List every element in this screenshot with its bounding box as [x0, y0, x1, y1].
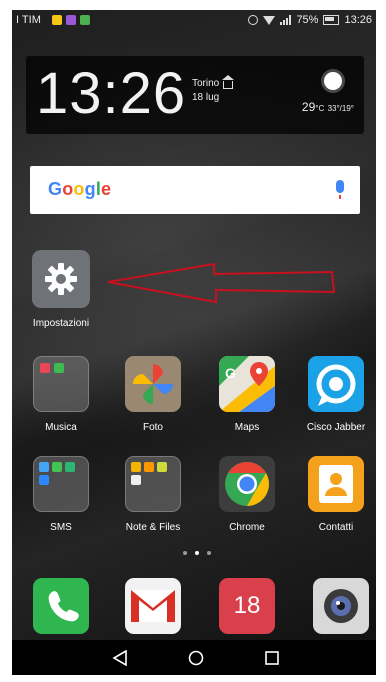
clock-weather-widget[interactable]: 13:26 Torino 18 lug 29°C 33°/19°	[26, 56, 364, 134]
app-chrome[interactable]: Chrome	[202, 456, 292, 540]
widget-date: 18 lug	[192, 92, 220, 103]
photos-icon	[125, 356, 181, 412]
notification-icon-2	[66, 15, 76, 25]
carrier-label: I TIM	[16, 14, 41, 26]
phone-icon[interactable]	[33, 578, 89, 634]
temperature-unit: °C	[315, 104, 325, 113]
music-folder-icon	[33, 356, 89, 412]
recents-icon[interactable]	[264, 650, 280, 666]
music-mini-icon	[40, 363, 50, 373]
app-label-maps: Maps	[234, 422, 260, 433]
calendar-icon[interactable]: 18	[219, 578, 275, 634]
google-logo: Google	[48, 179, 112, 199]
back-icon[interactable]	[112, 650, 128, 666]
notes-folder-icon	[125, 456, 181, 512]
app-contatti[interactable]: Contatti	[296, 456, 376, 540]
temperature-value: 29	[301, 100, 316, 114]
docs-mini-icon	[131, 475, 141, 485]
app-label-settings: Impostazioni	[32, 318, 90, 329]
google-search-bar[interactable]: Google	[30, 166, 360, 214]
page-dot-3[interactable]	[207, 551, 211, 555]
dock: 18	[12, 578, 376, 638]
app-settings[interactable]: Impostazioni	[16, 250, 106, 340]
camera-icon[interactable]	[313, 578, 369, 634]
app-musica[interactable]: Musica	[16, 356, 106, 440]
page-dot-1[interactable]	[183, 551, 187, 555]
battery-percent: 75%	[296, 14, 319, 26]
status-bar: I TIM 75% 13:26	[12, 10, 376, 32]
sms-mini-icon	[39, 462, 49, 472]
alarm-icon	[248, 15, 259, 25]
status-right: 75% 13:26	[248, 14, 372, 26]
cisco-jabber-icon	[308, 356, 364, 412]
app-sms[interactable]: SMS	[16, 456, 106, 540]
app-label-note-files: Note & Files	[125, 522, 181, 533]
app-maps[interactable]: G Maps	[202, 356, 292, 440]
app-label-sms: SMS	[50, 522, 72, 533]
calendar-day: 18	[233, 592, 261, 619]
mic-icon[interactable]	[336, 180, 344, 199]
keep-mini-icon	[157, 462, 167, 472]
page-dot-2[interactable]	[195, 551, 199, 555]
app-label-chrome: Chrome	[229, 522, 265, 533]
page-indicator	[183, 551, 211, 555]
music-mini-icon-2	[54, 363, 64, 373]
city-label: Torino	[192, 78, 220, 89]
hangouts-mini-icon	[65, 462, 75, 472]
maps-icon: G	[219, 356, 275, 412]
home-nav-icon[interactable]	[188, 650, 204, 666]
sun-icon	[324, 72, 342, 90]
signal-icon	[280, 15, 292, 25]
widget-time: 13:26	[36, 61, 187, 126]
red-arrow-annotation	[107, 262, 336, 304]
messenger-mini-icon	[39, 475, 49, 485]
contacts-icon	[308, 456, 364, 512]
gmail-icon[interactable]	[125, 578, 181, 634]
app-note-files[interactable]: Note & Files	[108, 456, 198, 540]
phone-frame: I TIM 75% 13:26 13:26 Torino 18 lug 29°C…	[0, 0, 386, 682]
sms-folder-icon	[33, 456, 89, 512]
notification-icon-3	[80, 15, 90, 25]
notes-mini-icon	[131, 462, 141, 472]
battery-icon	[323, 15, 340, 25]
files-mini-icon	[144, 462, 154, 472]
app-label-contatti: Contatti	[318, 522, 354, 533]
widget-city: Torino	[192, 75, 235, 89]
app-label-cisco-jabber: Cisco Jabber	[306, 422, 366, 433]
gear-icon	[32, 250, 90, 308]
chrome-icon	[219, 456, 275, 512]
home-icon	[222, 75, 235, 89]
app-cisco-jabber[interactable]: Cisco Jabber	[296, 356, 376, 440]
app-label-musica: Musica	[45, 422, 77, 433]
svg-text:G: G	[225, 365, 236, 381]
notification-icon-1	[52, 15, 62, 25]
status-time: 13:26	[344, 14, 372, 26]
wifi-icon	[263, 15, 276, 25]
whatsapp-mini-icon	[52, 462, 62, 472]
home-screen: I TIM 75% 13:26 13:26 Torino 18 lug 29°C…	[12, 10, 376, 675]
app-foto[interactable]: Foto	[108, 356, 198, 440]
widget-temperature: 29°C 33°/19°	[302, 100, 354, 114]
navigation-bar	[12, 640, 376, 675]
temperature-range: 33°/19°	[327, 104, 354, 113]
app-label-foto: Foto	[142, 422, 163, 433]
